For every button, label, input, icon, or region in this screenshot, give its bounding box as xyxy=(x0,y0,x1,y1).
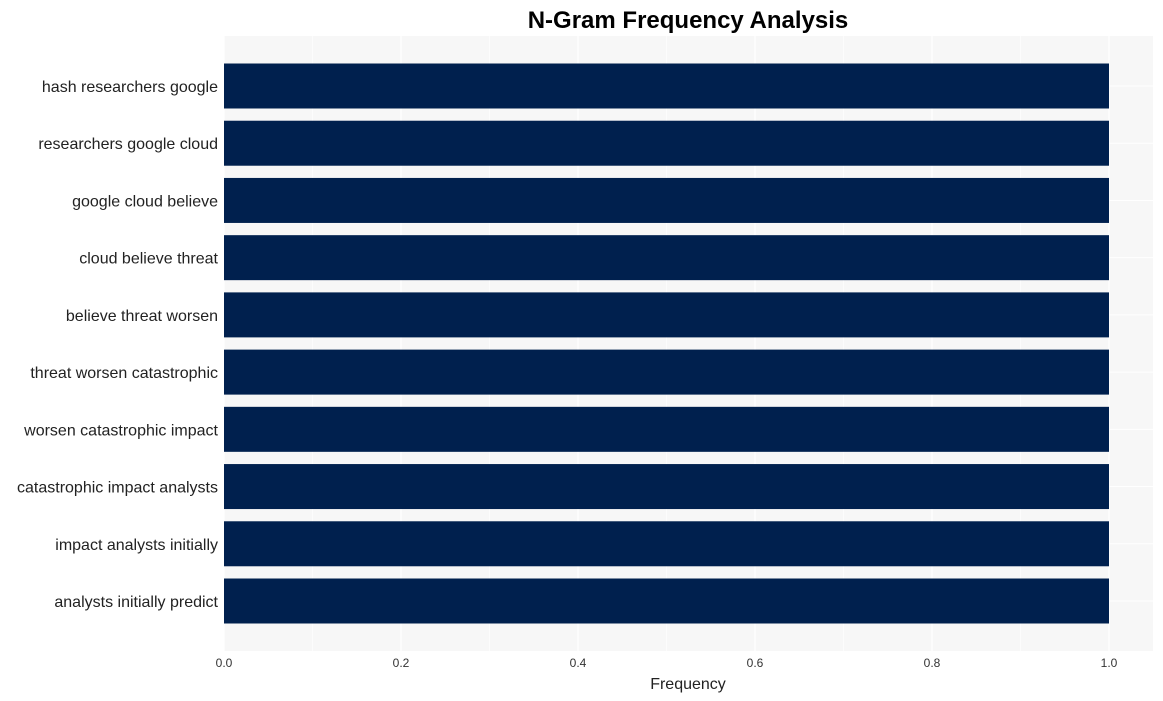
category-labels: hash researchers google researchers googl… xyxy=(17,79,219,611)
bar xyxy=(224,349,1109,395)
x-tick-label: 0.6 xyxy=(747,656,764,670)
x-axis-label: Frequency xyxy=(650,676,726,693)
bar xyxy=(224,177,1109,223)
x-tick-label: 1.0 xyxy=(1101,656,1118,670)
bar xyxy=(224,521,1109,567)
x-tick-label: 0.2 xyxy=(393,656,410,670)
category-label: threat worsen catastrophic xyxy=(30,365,218,382)
category-label: believe threat worsen xyxy=(66,308,218,325)
bar xyxy=(224,464,1109,510)
bar xyxy=(224,63,1109,109)
category-label: impact analysts initially xyxy=(55,537,218,554)
x-tick-label: 0.8 xyxy=(924,656,941,670)
category-label: worsen catastrophic impact xyxy=(23,422,218,439)
bar xyxy=(224,292,1109,338)
bar xyxy=(224,578,1109,624)
category-label: researchers google cloud xyxy=(38,136,218,153)
chart-title: N-Gram Frequency Analysis xyxy=(528,7,849,34)
x-tick-label: 0.0 xyxy=(216,656,233,670)
category-label: hash researchers google xyxy=(42,79,218,96)
bar xyxy=(224,406,1109,452)
category-label: google cloud believe xyxy=(72,193,218,210)
x-tick-labels: 0.0 0.2 0.4 0.6 0.8 1.0 xyxy=(216,656,1118,670)
bar xyxy=(224,235,1109,281)
category-label: cloud believe threat xyxy=(79,251,218,268)
category-label: catastrophic impact analysts xyxy=(17,480,218,497)
bar xyxy=(224,120,1109,166)
ngram-chart: hash researchers google researchers googl… xyxy=(17,7,1153,693)
category-label: analysts initially predict xyxy=(54,594,218,611)
x-tick-label: 0.4 xyxy=(570,656,587,670)
